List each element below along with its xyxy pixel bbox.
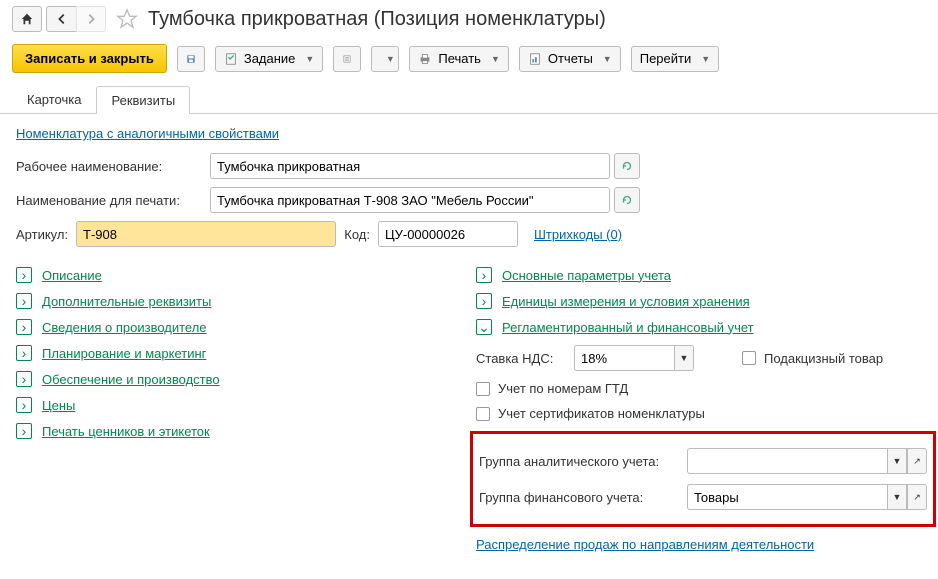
save-close-button[interactable]: Записать и закрыть bbox=[12, 44, 167, 73]
work-name-input[interactable] bbox=[210, 153, 610, 179]
work-name-action[interactable] bbox=[614, 153, 640, 179]
goto-button[interactable]: Перейти ▼ bbox=[631, 46, 719, 72]
reports-icon bbox=[528, 52, 542, 66]
home-icon bbox=[20, 12, 34, 26]
fin-open[interactable]: ↗ bbox=[907, 484, 927, 510]
excise-checkbox[interactable] bbox=[742, 351, 756, 365]
print-name-label: Наименование для печати: bbox=[16, 193, 206, 208]
expand-icon[interactable] bbox=[476, 293, 492, 309]
page-title: Тумбочка прикроватная (Позиция номенклат… bbox=[148, 8, 606, 31]
highlighted-region: Группа аналитического учета: ▼ ↗ Группа … bbox=[470, 431, 936, 527]
similar-link[interactable]: Номенклатура с аналогичными свойствами bbox=[16, 126, 279, 141]
section-labels[interactable]: Печать ценников и этикеток bbox=[42, 424, 210, 439]
cert-checkbox[interactable] bbox=[476, 407, 490, 421]
work-name-label: Рабочее наименование: bbox=[16, 159, 206, 174]
article-label: Артикул: bbox=[16, 227, 72, 242]
list-button[interactable] bbox=[333, 46, 361, 72]
folder-button[interactable]: ▼ bbox=[371, 46, 399, 72]
task-button[interactable]: Задание ▼ bbox=[215, 46, 324, 72]
chevron-down-icon: ▼ bbox=[305, 54, 314, 64]
expand-icon[interactable] bbox=[16, 345, 32, 361]
section-main-params[interactable]: Основные параметры учета bbox=[502, 268, 671, 283]
print-name-input[interactable] bbox=[210, 187, 610, 213]
gtd-checkbox[interactable] bbox=[476, 382, 490, 396]
print-label: Печать bbox=[438, 51, 481, 66]
tab-card[interactable]: Карточка bbox=[12, 85, 96, 113]
collapse-icon[interactable] bbox=[476, 319, 492, 335]
print-name-action[interactable] bbox=[614, 187, 640, 213]
arrow-right-icon bbox=[84, 12, 98, 26]
vat-dropdown[interactable]: ▼ bbox=[674, 345, 694, 371]
analytic-label: Группа аналитического учета: bbox=[479, 454, 679, 469]
section-planning[interactable]: Планирование и маркетинг bbox=[42, 346, 206, 361]
task-label: Задание bbox=[244, 51, 296, 66]
chevron-down-icon: ▼ bbox=[491, 54, 500, 64]
expand-icon[interactable] bbox=[16, 423, 32, 439]
expand-icon[interactable] bbox=[16, 319, 32, 335]
home-button[interactable] bbox=[12, 6, 42, 32]
distribution-link[interactable]: Распределение продаж по направлениям дея… bbox=[476, 537, 814, 552]
code-label: Код: bbox=[340, 227, 370, 242]
list-icon bbox=[342, 52, 352, 66]
section-description[interactable]: Описание bbox=[42, 268, 102, 283]
code-input[interactable] bbox=[378, 221, 518, 247]
reports-label: Отчеты bbox=[548, 51, 593, 66]
tab-props[interactable]: Реквизиты bbox=[96, 86, 190, 114]
gtd-label: Учет по номерам ГТД bbox=[498, 381, 628, 396]
barcodes-link[interactable]: Штрихкоды (0) bbox=[534, 227, 622, 242]
article-input[interactable] bbox=[76, 221, 336, 247]
expand-icon[interactable] bbox=[16, 371, 32, 387]
section-prices[interactable]: Цены bbox=[42, 398, 75, 413]
goto-label: Перейти bbox=[640, 51, 692, 66]
arrow-left-icon bbox=[55, 12, 69, 26]
chevron-down-icon: ▼ bbox=[701, 54, 710, 64]
refresh-icon bbox=[620, 193, 634, 207]
analytic-dropdown[interactable]: ▼ bbox=[887, 448, 907, 474]
fin-input[interactable] bbox=[687, 484, 887, 510]
print-icon bbox=[418, 52, 432, 66]
vat-label: Ставка НДС: bbox=[476, 351, 566, 366]
expand-icon[interactable] bbox=[16, 397, 32, 413]
chevron-down-icon: ▼ bbox=[603, 54, 612, 64]
task-icon bbox=[224, 52, 238, 66]
analytic-input[interactable] bbox=[687, 448, 887, 474]
section-supply[interactable]: Обеспечение и производство bbox=[42, 372, 220, 387]
print-button[interactable]: Печать ▼ bbox=[409, 46, 509, 72]
save-icon bbox=[186, 52, 196, 66]
refresh-icon bbox=[620, 159, 634, 173]
section-manufacturer[interactable]: Сведения о производителе bbox=[42, 320, 207, 335]
cert-label: Учет сертификатов номенклатуры bbox=[498, 406, 705, 421]
reports-button[interactable]: Отчеты ▼ bbox=[519, 46, 621, 72]
fin-dropdown[interactable]: ▼ bbox=[887, 484, 907, 510]
expand-icon[interactable] bbox=[16, 293, 32, 309]
forward-button[interactable] bbox=[76, 6, 106, 32]
analytic-open[interactable]: ↗ bbox=[907, 448, 927, 474]
fin-label: Группа финансового учета: bbox=[479, 490, 679, 505]
section-regulated[interactable]: Регламентированный и финансовый учет bbox=[502, 320, 754, 335]
section-extra[interactable]: Дополнительные реквизиты bbox=[42, 294, 211, 309]
vat-input[interactable] bbox=[574, 345, 674, 371]
excise-label: Подакцизный товар bbox=[764, 351, 883, 366]
section-units[interactable]: Единицы измерения и условия хранения bbox=[502, 294, 750, 309]
star-icon bbox=[116, 8, 138, 30]
save-button[interactable] bbox=[177, 46, 205, 72]
expand-icon[interactable] bbox=[16, 267, 32, 283]
expand-icon[interactable] bbox=[476, 267, 492, 283]
favorite-button[interactable] bbox=[116, 8, 138, 30]
chevron-down-icon: ▼ bbox=[386, 54, 395, 64]
back-button[interactable] bbox=[46, 6, 76, 32]
